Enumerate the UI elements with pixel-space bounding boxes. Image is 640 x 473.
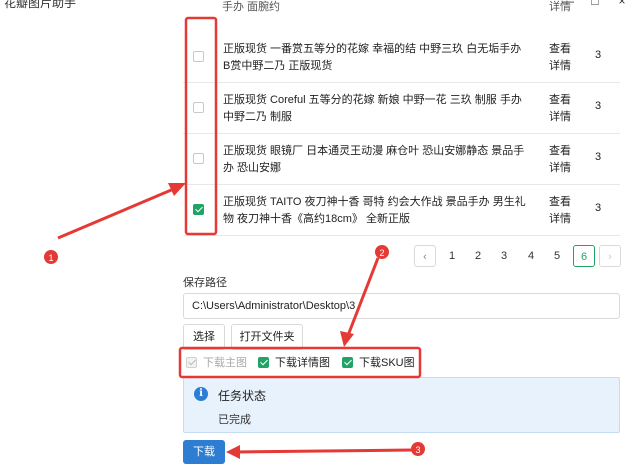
annotation-arrowhead-2: [340, 331, 354, 347]
page-6-button[interactable]: 6: [573, 245, 595, 267]
page-4-button[interactable]: 4: [520, 245, 542, 267]
window-title: 花瓣图片助手: [4, 0, 77, 10]
task-status-panel: i 任务状态 已完成: [183, 377, 620, 433]
status-text: 已完成: [218, 414, 251, 426]
annotation-arrowhead-3: [226, 445, 240, 459]
table-row: 正版现货 眼镜厂 日本通灵王动漫 麻仓叶 恐山安娜静态 景品手办 恐山安娜 查看…: [183, 134, 620, 185]
option-checkbox[interactable]: [258, 357, 269, 368]
close-button[interactable]: ×: [612, 0, 632, 8]
row-title: 正版现货 TAITO 夜刀神十香 哥特 约会大作战 景品手办 男生礼物 夜刀神十…: [223, 196, 526, 225]
page-5-button[interactable]: 5: [546, 245, 568, 267]
view-details-link[interactable]: 查看详情: [549, 194, 573, 228]
table-row: 正版现货 TAITO 夜刀神十香 哥特 约会大作战 景品手办 男生礼物 夜刀神十…: [183, 185, 620, 236]
view-details-link[interactable]: 查看详情: [549, 41, 573, 75]
option-main-image[interactable]: 下载主图: [186, 355, 247, 371]
select-button[interactable]: 选择: [183, 324, 225, 350]
table-row: 正版现货 Coreful 五等分的花嫁 新娘 中野一花 三玖 制服 手办 中野二…: [183, 83, 620, 134]
view-details-link[interactable]: 查看详情: [549, 92, 573, 126]
row-checkbox[interactable]: [193, 51, 204, 62]
next-page-button[interactable]: ›: [599, 245, 621, 267]
row-checkbox[interactable]: [193, 204, 204, 215]
annotation-number-1: 1: [48, 253, 53, 263]
annotation-number-3: 3: [415, 445, 420, 455]
info-icon: i: [194, 387, 208, 401]
cut-row-op[interactable]: 详情: [549, 0, 571, 14]
page-3-button[interactable]: 3: [493, 245, 515, 267]
table-row: 正版现货 一番赏五等分的花嫁 幸福的结 中野三玖 白无垢手办 B赏中野二乃 正版…: [183, 32, 620, 83]
page-1-button[interactable]: 1: [441, 245, 463, 267]
option-checkbox[interactable]: [342, 357, 353, 368]
maximize-button[interactable]: □: [585, 0, 605, 8]
status-title: 任务状态: [218, 389, 267, 403]
row-title: 正版现货 一番赏五等分的花嫁 幸福的结 中野三玖 白无垢手办 B赏中野二乃 正版…: [223, 43, 522, 72]
annotation-arrow-3: [235, 448, 413, 454]
title-bar: 花瓣图片助手 — □ ×: [0, 0, 640, 16]
annotation-badge-2: [375, 245, 389, 259]
row-title: 正版现货 Coreful 五等分的花嫁 新娘 中野一花 三玖 制服 手办 中野二…: [223, 94, 522, 123]
cut-row-title: 手办 面腕约: [222, 1, 281, 13]
option-checkbox[interactable]: [186, 357, 197, 368]
page-2-button[interactable]: 2: [467, 245, 489, 267]
row-quantity: 3: [595, 202, 602, 214]
download-button[interactable]: 下载: [183, 440, 225, 464]
row-title: 正版现货 眼镜厂 日本通灵王动漫 麻仓叶 恐山安娜静态 景品手办 恐山安娜: [223, 145, 525, 174]
annotation-number-2: 2: [379, 248, 384, 258]
prev-page-button[interactable]: ‹: [414, 245, 436, 267]
option-label: 下载详情图: [275, 357, 330, 369]
open-folder-button[interactable]: 打开文件夹: [231, 324, 303, 350]
option-label: 下载SKU图: [359, 357, 415, 369]
option-sku-image[interactable]: 下载SKU图: [342, 355, 415, 371]
row-quantity: 3: [595, 151, 602, 163]
option-label: 下载主图: [203, 357, 247, 369]
view-details-link[interactable]: 查看详情: [549, 143, 573, 177]
annotation-arrow-1: [57, 186, 177, 240]
save-path-input[interactable]: C:\Users\Administrator\Desktop\3: [183, 293, 620, 319]
row-quantity: 3: [595, 49, 602, 61]
save-path-label: 保存路径: [183, 277, 227, 289]
option-detail-image[interactable]: 下载详情图: [258, 355, 330, 371]
row-quantity: 3: [595, 100, 602, 112]
row-checkbox[interactable]: [193, 102, 204, 113]
row-checkbox[interactable]: [193, 153, 204, 164]
annotation-badge-1: [44, 250, 58, 264]
annotation-badge-3: [411, 442, 425, 456]
